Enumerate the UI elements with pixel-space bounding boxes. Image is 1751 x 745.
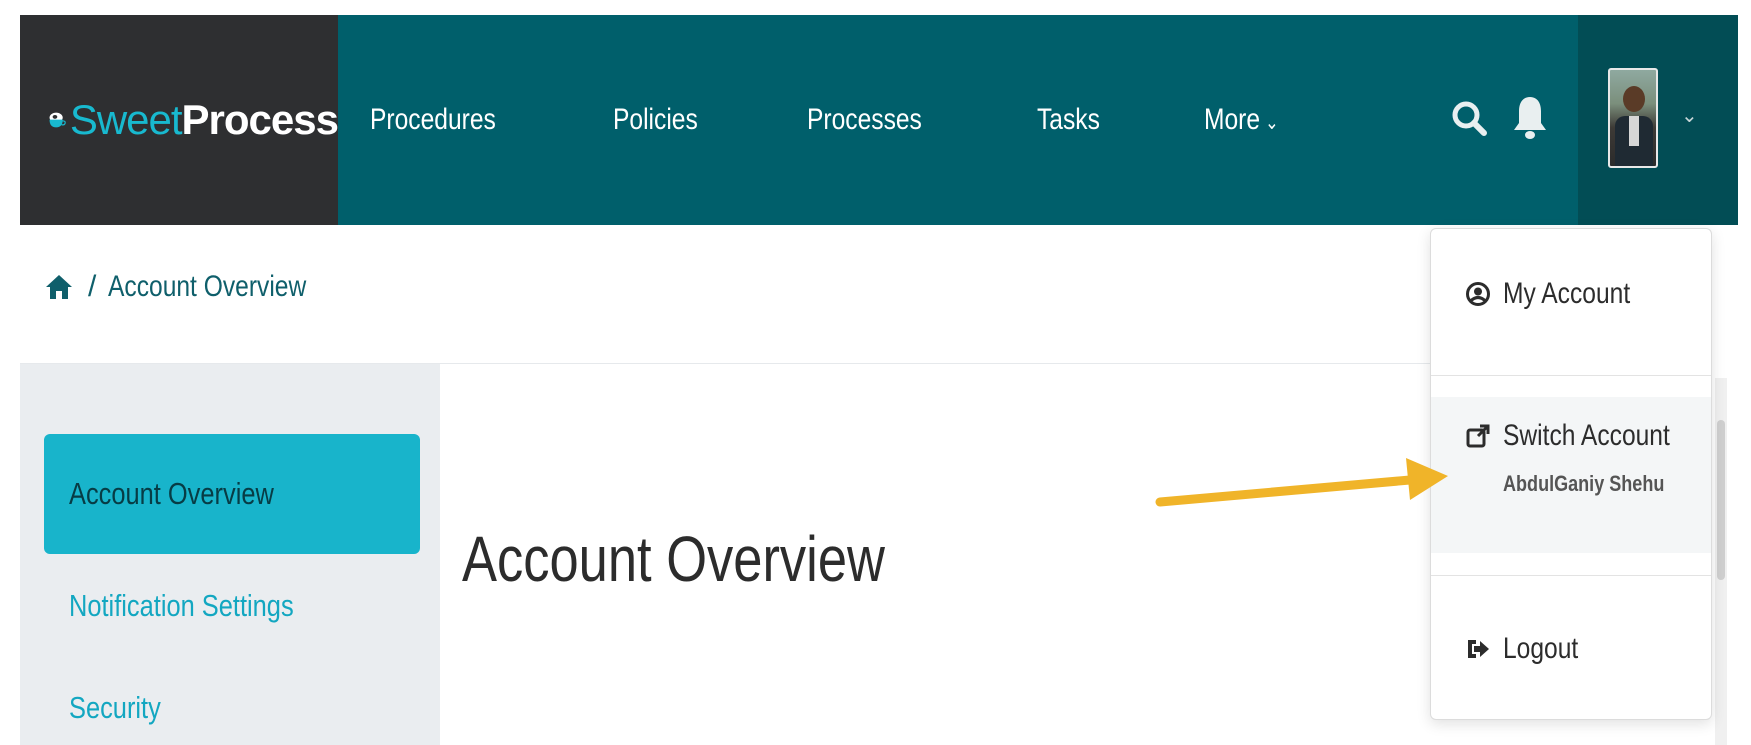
home-icon[interactable]	[44, 272, 74, 302]
external-link-icon	[1466, 424, 1490, 448]
chevron-down-icon: ⌄	[1264, 112, 1279, 134]
coffee-cup-icon	[49, 112, 66, 128]
user-circle-icon	[1466, 282, 1490, 306]
sidebar-item-label: Notification Settings	[69, 588, 294, 623]
menu-item-label: Logout	[1503, 632, 1579, 665]
sidebar-item-account-overview[interactable]: Account Overview	[44, 434, 420, 554]
menu-item-label: My Account	[1503, 277, 1631, 310]
menu-item-logout[interactable]: Logout	[1431, 599, 1711, 699]
user-menu-toggle[interactable]: ⌄	[1578, 15, 1738, 225]
user-dropdown-menu: My Account Switch Account AbdulGaniy She…	[1430, 228, 1712, 720]
nav-item-procedures[interactable]: Procedures	[370, 103, 496, 137]
brand-name-sweet: Sweet	[69, 96, 183, 143]
sidebar-item-security[interactable]: Security	[44, 670, 420, 745]
nav-item-more-label: More	[1203, 103, 1260, 136]
sidebar-item-notification-settings[interactable]: Notification Settings	[44, 546, 420, 666]
top-navbar: Sweet Process Procedures Policies Process…	[20, 15, 1738, 225]
chevron-down-icon: ⌄	[1681, 105, 1698, 127]
menu-divider	[1431, 575, 1711, 576]
sidebar-item-label: Account Overview	[69, 476, 274, 511]
scrollbar-thumb[interactable]	[1717, 420, 1725, 580]
menu-item-switch-account[interactable]: Switch Account AbdulGaniy Shehu	[1431, 397, 1711, 553]
nav-item-policies[interactable]: Policies	[613, 103, 698, 137]
menu-divider	[1431, 375, 1711, 376]
nav-item-processes[interactable]: Processes	[807, 103, 922, 137]
settings-sidebar: Account Overview Notification Settings S…	[20, 364, 440, 745]
sidebar-item-label: Security	[69, 690, 161, 725]
main-nav: Procedures Policies Processes Tasks More…	[338, 15, 1353, 225]
nav-item-more[interactable]: More ⌄	[1204, 103, 1279, 137]
logout-icon	[1468, 640, 1489, 658]
menu-item-my-account[interactable]: My Account	[1431, 259, 1711, 329]
brand-logo[interactable]: Sweet Process	[20, 15, 339, 225]
avatar	[1608, 68, 1658, 168]
bell-icon[interactable]	[1510, 93, 1550, 143]
search-icon[interactable]	[1448, 97, 1492, 141]
brand-name-process: Process	[181, 96, 339, 143]
switch-account-username: AbdulGaniy Shehu	[1503, 471, 1665, 496]
breadcrumb-current: Account Overview	[108, 270, 307, 303]
menu-item-label: Switch Account	[1503, 419, 1670, 452]
breadcrumb: / Account Overview	[44, 270, 350, 304]
nav-item-tasks[interactable]: Tasks	[1037, 103, 1100, 137]
page-title: Account Overview	[462, 523, 885, 595]
breadcrumb-separator: /	[88, 270, 97, 303]
